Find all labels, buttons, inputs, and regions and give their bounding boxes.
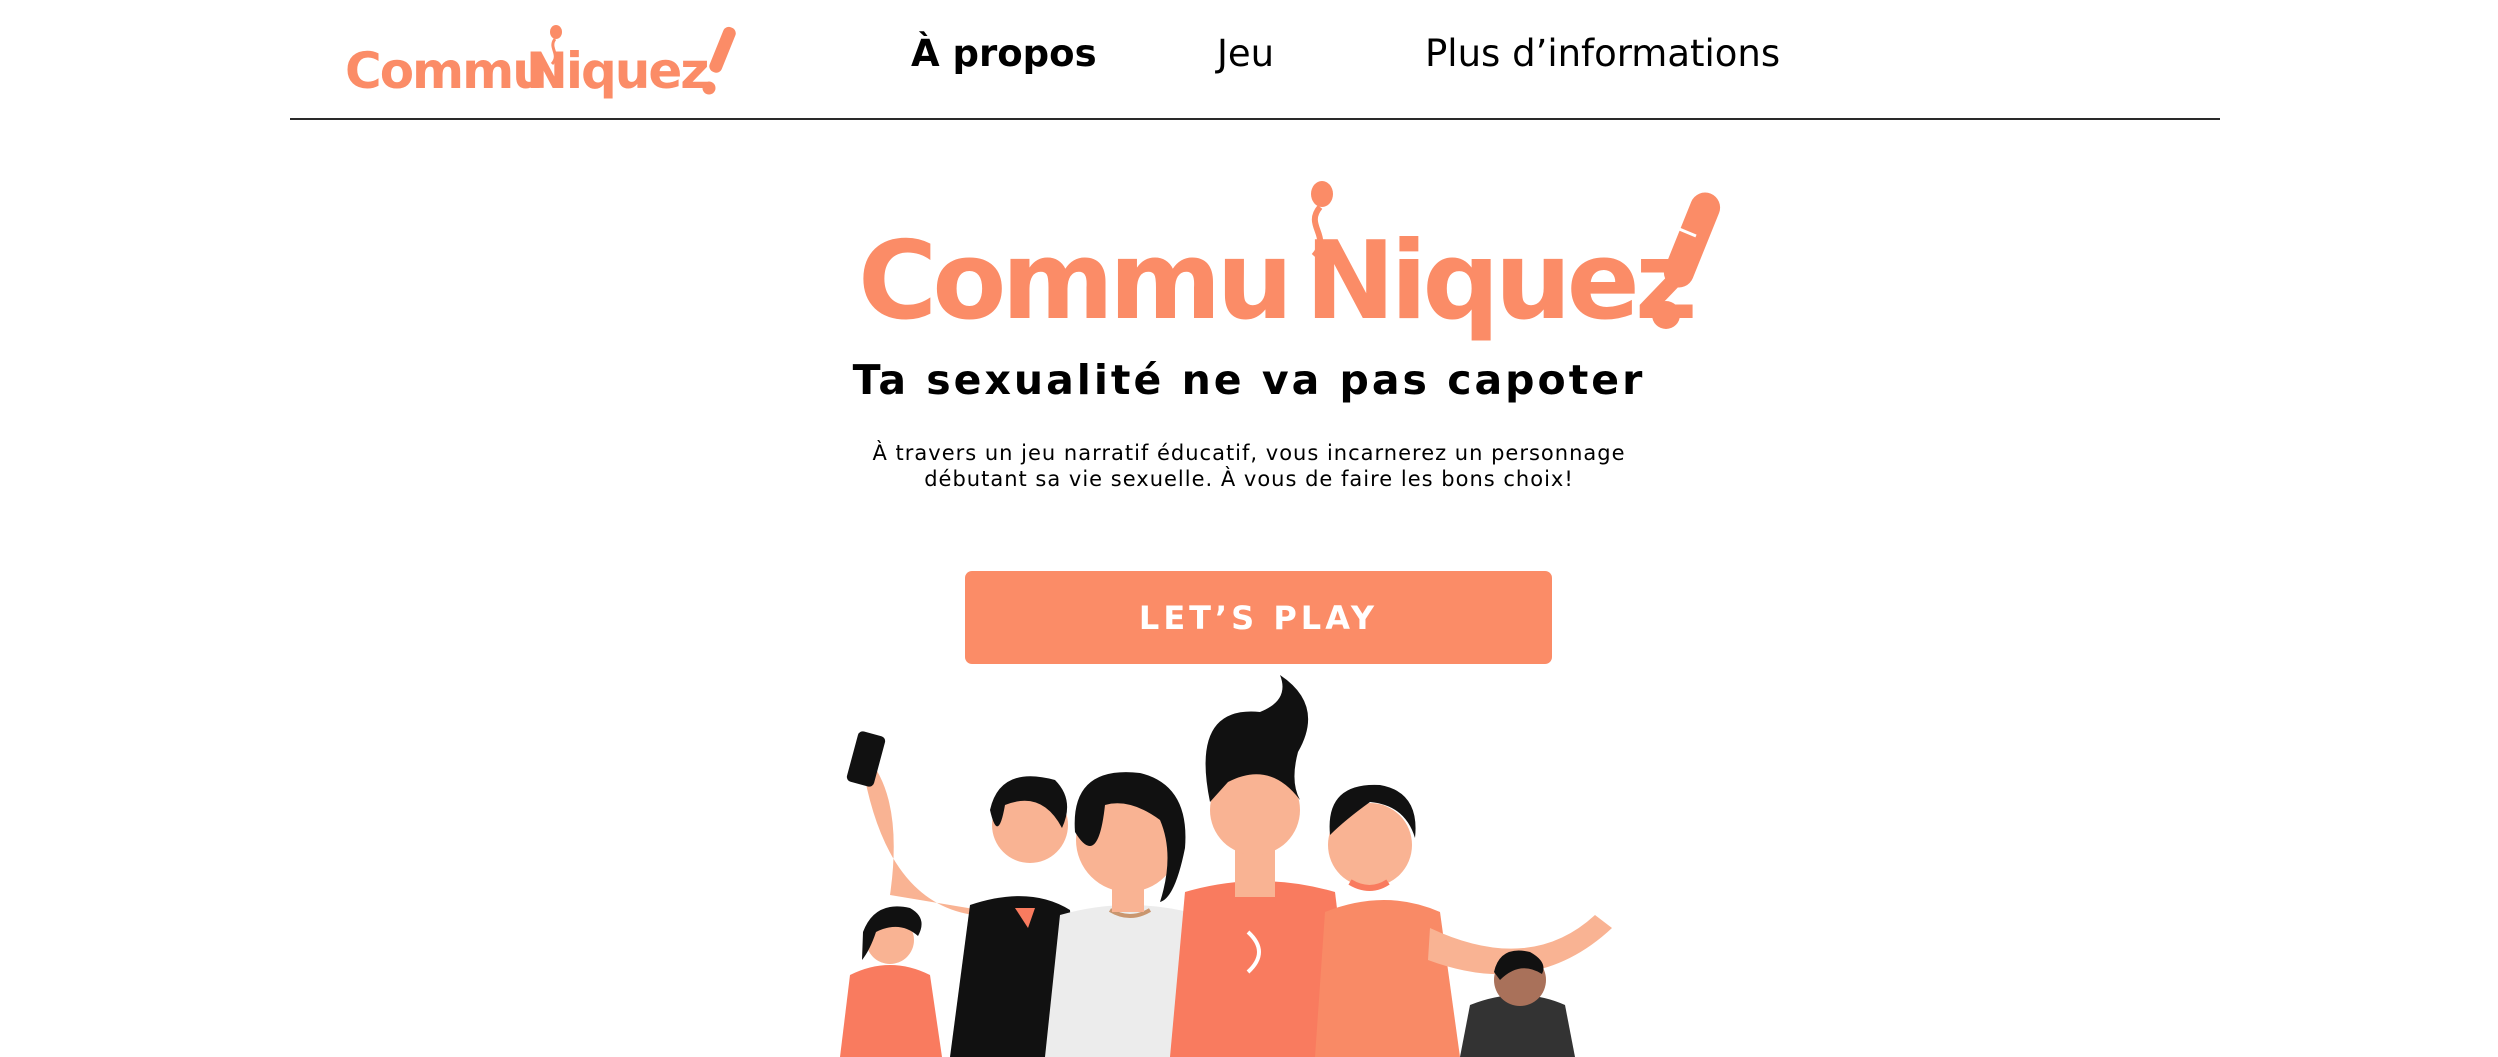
hero-description: À travers un jeu narratif éducatif, vous… bbox=[849, 440, 1649, 492]
condom-exclamation-icon bbox=[702, 26, 736, 95]
nav-about-link[interactable]: À propos bbox=[911, 32, 1097, 75]
header-logo[interactable]: Commu Niquez bbox=[343, 18, 743, 103]
hero-logo: Commu Niquez bbox=[858, 181, 1721, 344]
group-selfie-illustration bbox=[840, 675, 1612, 1057]
nav-more-info-link[interactable]: Plus d’informations bbox=[1425, 32, 1780, 75]
person-small-girl bbox=[840, 906, 942, 1057]
header-logo-word-1: Commu bbox=[345, 42, 546, 100]
hero-logo-word-2: Niquez bbox=[1305, 219, 1693, 344]
hero-tagline: Ta sexualité ne va pas capoter bbox=[852, 356, 1646, 404]
hero-description-line-1: À travers un jeu narratif éducatif, vous… bbox=[872, 441, 1626, 465]
hero-description-line-2: débutant sa vie sexuelle. À vous de fair… bbox=[924, 467, 1574, 491]
person-right-girl bbox=[1315, 784, 1612, 1057]
nav-game-link[interactable]: Jeu bbox=[1217, 32, 1274, 75]
lets-play-button[interactable]: LET’S PLAY bbox=[965, 571, 1552, 664]
header-divider bbox=[290, 118, 2220, 120]
hero-logo-word-1: Commu bbox=[858, 219, 1288, 344]
